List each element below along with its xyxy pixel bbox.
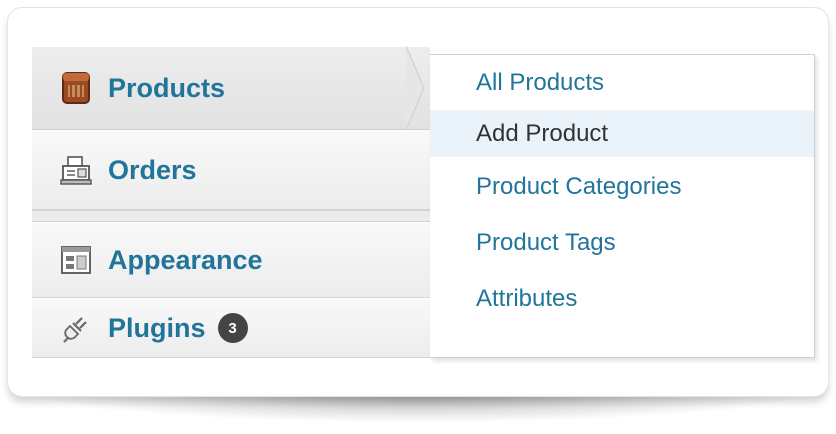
menu-label-orders: Orders: [108, 154, 197, 185]
products-submenu: All Products Add Product Product Categor…: [430, 54, 815, 358]
menu-item-products[interactable]: Products: [32, 46, 430, 130]
menu-label-products: Products: [108, 72, 226, 103]
menu-label-plugins: Plugins: [108, 312, 206, 343]
screenshot-frame: Products Orders Appearance Plugins 3 All…: [8, 8, 828, 396]
products-box-icon: [58, 70, 94, 106]
submenu-item-attributes[interactable]: Attributes: [430, 275, 814, 322]
appearance-layout-icon: [58, 242, 94, 278]
cash-register-icon: [58, 152, 94, 188]
admin-menu: Products Orders Appearance Plugins 3: [32, 46, 430, 358]
submenu-item-product-categories[interactable]: Product Categories: [430, 163, 814, 210]
menu-label-appearance: Appearance: [108, 244, 263, 275]
submenu-item-add-product[interactable]: Add Product: [430, 110, 814, 157]
menu-item-appearance[interactable]: Appearance: [32, 222, 430, 298]
menu-separator: [32, 210, 430, 222]
submenu-item-all-products[interactable]: All Products: [430, 59, 814, 106]
plug-icon: [58, 310, 94, 346]
menu-item-plugins[interactable]: Plugins 3: [32, 298, 430, 358]
menu-item-orders[interactable]: Orders: [32, 130, 430, 210]
photo-shadow: [40, 392, 796, 422]
submenu-item-product-tags[interactable]: Product Tags: [430, 219, 814, 266]
update-count-badge: 3: [217, 313, 248, 343]
